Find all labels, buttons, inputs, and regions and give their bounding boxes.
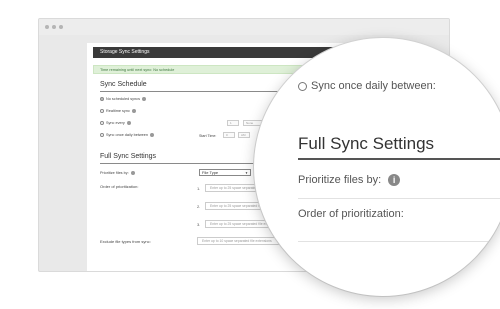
option-once-daily[interactable]: Sync once daily between (100, 133, 155, 137)
order-number: 1. (197, 186, 201, 191)
option-realtime[interactable]: Realtime sync (100, 109, 136, 113)
start-time-label: Start Time: (199, 134, 217, 138)
window-dot-icon (59, 25, 63, 29)
radio-icon[interactable] (100, 133, 104, 137)
option-label: Sync every (106, 121, 125, 125)
browser-title-bar (39, 19, 449, 35)
magnifier-lens: Sync once daily between: Full Sync Setti… (254, 38, 500, 296)
sync-schedule-title: Sync Schedule (100, 81, 147, 88)
radio-selected-icon[interactable] (100, 97, 104, 101)
radio-icon[interactable] (298, 81, 307, 91)
window-dot-icon (45, 25, 49, 29)
prioritize-row: Prioritize files by: (100, 171, 135, 175)
order-number: 3. (197, 222, 201, 227)
radio-icon[interactable] (100, 121, 104, 125)
order-label: Order of prioritization: (100, 184, 139, 189)
prioritize-label: Prioritize files by: (100, 171, 129, 175)
info-icon[interactable] (131, 109, 136, 113)
option-no-sync[interactable]: No scheduled syncs (100, 97, 146, 101)
prioritize-select[interactable]: File Type ▼ (199, 169, 251, 176)
full-sync-title: Full Sync Settings (100, 153, 157, 160)
magnified-prioritize-label: Prioritize files by: (298, 174, 382, 186)
sync-every-value-select[interactable]: 1 (227, 120, 239, 126)
exclude-label: Exclude file types from sync: (100, 239, 151, 244)
section-divider (298, 158, 500, 160)
info-icon[interactable]: i (388, 174, 401, 186)
magnified-order-label: Order of prioritization: (298, 208, 404, 220)
magnified-prioritize-row: Prioritize files by: i (298, 174, 401, 186)
magnified-section-title: Full Sync Settings (298, 134, 435, 153)
start-ampm-select[interactable]: AM (238, 132, 250, 138)
option-sync-every[interactable]: Sync every (100, 121, 131, 125)
row-divider (298, 198, 500, 199)
start-hour-select[interactable]: 0 (223, 132, 235, 138)
info-icon[interactable] (141, 97, 146, 101)
chevron-down-icon: ▼ (245, 171, 248, 175)
radio-icon[interactable] (100, 109, 104, 113)
magnified-option-once-daily[interactable]: Sync once daily between: (298, 80, 436, 92)
window-dot-icon (52, 25, 56, 29)
order-number: 2. (197, 204, 201, 209)
magnified-content: Sync once daily between: Full Sync Setti… (254, 38, 500, 296)
option-label: Realtime sync (106, 109, 130, 113)
prioritize-value: File Type (202, 170, 219, 175)
row-divider (298, 241, 500, 242)
magnified-option-label: Sync once daily between: (311, 80, 436, 92)
info-icon[interactable] (150, 133, 155, 137)
info-icon[interactable] (126, 121, 131, 125)
info-icon[interactable] (130, 171, 135, 175)
option-label: Sync once daily between (106, 133, 149, 137)
option-label: No scheduled syncs (106, 97, 140, 101)
